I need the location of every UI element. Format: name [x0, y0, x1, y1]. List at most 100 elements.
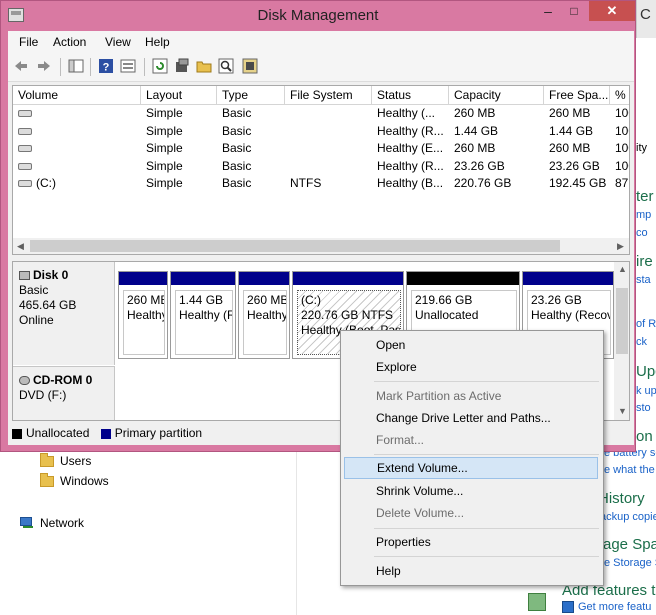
- volume-row[interactable]: Simple Basic Healthy (E... 260 MB 260 MB 100: [13, 140, 629, 157]
- bg-heading-ter: ter: [636, 188, 654, 205]
- volume-cell: 1.44 GB: [544, 123, 610, 140]
- volume-cell-text: 100: [615, 123, 629, 138]
- refresh-icon[interactable]: [152, 58, 168, 74]
- horizontal-scroll-thumb[interactable]: [30, 240, 560, 252]
- network-icon: [20, 517, 34, 529]
- volume-cell: Healthy (B...: [372, 175, 449, 192]
- column-header-type[interactable]: Type: [217, 86, 285, 104]
- menu-item-open[interactable]: Open: [344, 334, 598, 356]
- toolbar-separator: [144, 58, 145, 76]
- partition-260mb-efi[interactable]: 260 MBHealthy (: [238, 271, 290, 359]
- bg-link-get-more[interactable]: Get more featu: [578, 601, 651, 613]
- scroll-right-arrow-icon[interactable]: ▶: [617, 241, 624, 252]
- maximize-button[interactable]: □: [559, 1, 589, 21]
- rescan-icon[interactable]: [242, 58, 258, 74]
- help-icon[interactable]: ?: [98, 58, 114, 74]
- volume-cell-text: 220.76 GB: [454, 176, 512, 190]
- bg-link-ck[interactable]: ck: [636, 336, 647, 348]
- drive-icon: [18, 145, 32, 153]
- menu-separator: [374, 528, 599, 529]
- nav-item-label: Users: [60, 454, 92, 468]
- column-header-layout[interactable]: Layout: [141, 86, 217, 104]
- search-icon[interactable]: [218, 58, 234, 74]
- menu-item-change-drive-letter[interactable]: Change Drive Letter and Paths...: [344, 407, 598, 429]
- bg-link-sta[interactable]: sta: [636, 274, 651, 286]
- volume-cell: 100: [610, 105, 629, 122]
- menu-item-extend-volume[interactable]: Extend Volume...: [344, 457, 598, 479]
- column-header-file-system[interactable]: File System: [285, 86, 372, 104]
- volume-row[interactable]: Simple Basic Healthy (... 260 MB 260 MB 100: [13, 105, 629, 122]
- scroll-down-arrow-icon[interactable]: ▼: [618, 406, 627, 416]
- partition-260mb-system[interactable]: 260 MBHealthy (: [118, 271, 168, 359]
- vertical-scrollbar[interactable]: ▲ ▼: [614, 262, 629, 420]
- column-header-status[interactable]: Status: [372, 86, 449, 104]
- drive-icon: [18, 162, 32, 170]
- cdrom-type: DVD (F:): [19, 388, 67, 402]
- disk-size: 465.64 GB: [19, 298, 77, 312]
- disk-0-label[interactable]: Disk 0 Basic 465.64 GB Online: [13, 262, 115, 365]
- menu-help[interactable]: Help: [145, 35, 170, 49]
- scroll-up-arrow-icon[interactable]: ▲: [618, 264, 627, 274]
- column-header-volume[interactable]: Volume: [13, 86, 141, 104]
- menu-item-explore[interactable]: Explore: [344, 356, 598, 378]
- partition-type-bar: [407, 272, 519, 285]
- open-folder-icon[interactable]: [196, 58, 212, 74]
- menu-action[interactable]: Action: [53, 35, 86, 49]
- bg-link-co[interactable]: co: [636, 227, 648, 239]
- menu-separator: [374, 556, 599, 557]
- volume-cell: 100: [610, 158, 629, 175]
- horizontal-scrollbar[interactable]: ◀ ▶: [13, 238, 629, 254]
- partition-1-44gb-recovery[interactable]: 1.44 GB Healthy (R: [170, 271, 236, 359]
- volume-cell: 100: [610, 123, 629, 140]
- volume-list[interactable]: Volume Layout Type File System Status Ca…: [12, 85, 630, 255]
- bg-heading-storage-spaces: rage Spaces: [598, 536, 656, 553]
- nav-item-network[interactable]: Network: [20, 514, 84, 532]
- volume-cell-text: NTFS: [290, 176, 322, 190]
- disk-type: Basic: [19, 283, 49, 297]
- menu-item-properties[interactable]: Properties: [344, 531, 598, 553]
- nav-item-users[interactable]: Users: [40, 452, 91, 470]
- bg-link-what[interactable]: e what the: [604, 464, 655, 476]
- bg-link-of-r[interactable]: of R: [636, 318, 656, 330]
- unallocated-swatch: [12, 428, 22, 439]
- console-tree-icon[interactable]: [68, 58, 84, 74]
- forward-arrow-icon[interactable]: [36, 58, 52, 74]
- bg-link-mp[interactable]: mp: [636, 209, 651, 221]
- title-bar[interactable]: Disk Management – □ ✕: [1, 1, 635, 31]
- bg-link-k-up[interactable]: k up: [636, 385, 656, 397]
- volume-cell-text: Basic: [222, 158, 252, 173]
- bg-heading-ire: ire: [636, 253, 653, 270]
- volume-row[interactable]: (C:) Simple Basic NTFS Healthy (B... 220.76 G…: [13, 175, 629, 192]
- shield-icon: [562, 601, 574, 613]
- volume-cell: Healthy (R...: [372, 158, 449, 175]
- volume-cell-text: 1.44 GB: [454, 123, 499, 138]
- scroll-left-arrow-icon[interactable]: ◀: [17, 241, 24, 252]
- partition-status: Healthy (: [247, 308, 287, 322]
- volume-cell: (C:): [13, 175, 141, 192]
- back-arrow-icon[interactable]: [13, 58, 29, 74]
- cdrom-0-label[interactable]: CD-ROM 0 DVD (F:): [13, 366, 115, 420]
- column-header-percent-free[interactable]: % F: [610, 86, 629, 104]
- column-header-capacity[interactable]: Capacity: [449, 86, 544, 104]
- menu-item-help[interactable]: Help: [344, 560, 598, 582]
- menu-file[interactable]: File: [19, 35, 38, 49]
- bg-link-storage[interactable]: e Storage S: [604, 557, 656, 569]
- properties-icon[interactable]: [120, 58, 136, 74]
- explorer-navigation-pane: Users Windows Network: [0, 452, 297, 615]
- vertical-scroll-thumb[interactable]: [616, 288, 628, 354]
- menu-item-shrink-volume[interactable]: Shrink Volume...: [344, 480, 598, 502]
- column-header-free-space[interactable]: Free Spa...: [544, 86, 610, 104]
- bg-link-sto[interactable]: sto: [636, 402, 651, 414]
- nav-item-windows[interactable]: Windows: [40, 472, 109, 490]
- legend-primary-partition: Primary partition: [114, 426, 203, 440]
- volume-row[interactable]: Simple Basic Healthy (R... 23.26 GB 23.26 GB…: [13, 158, 629, 175]
- volume-cell-text: 23.26 GB: [454, 158, 505, 173]
- partition-status: Unallocated: [415, 308, 479, 322]
- volume-cell: 192.45 GB: [544, 175, 610, 192]
- close-button[interactable]: ✕: [589, 1, 635, 21]
- menu-view[interactable]: View: [105, 35, 131, 49]
- volume-row[interactable]: Simple Basic Healthy (R... 1.44 GB 1.44 GB 10…: [13, 123, 629, 140]
- volume-cell: 23.26 GB: [449, 158, 544, 175]
- bg-link-backup[interactable]: ackup copie: [600, 511, 656, 523]
- settings-icon[interactable]: [174, 58, 190, 74]
